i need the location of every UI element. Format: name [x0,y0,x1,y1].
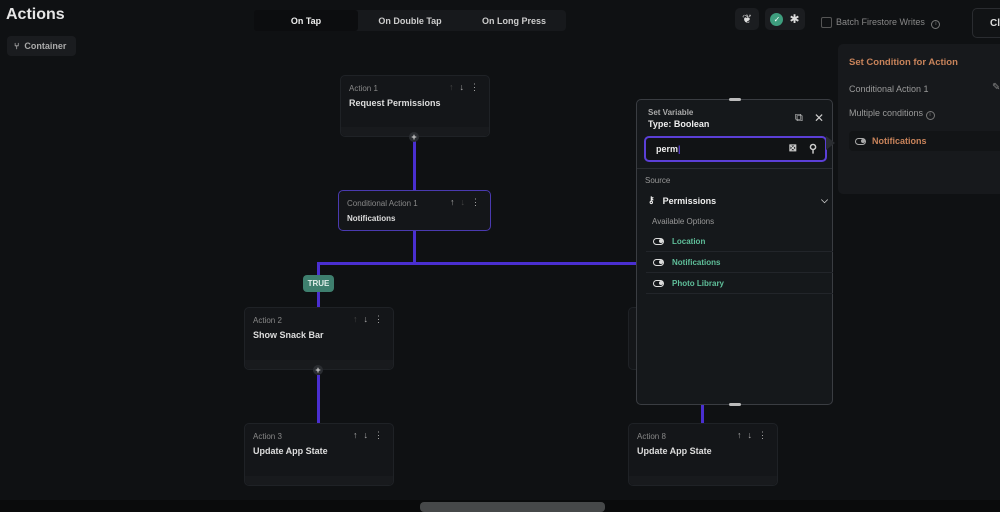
option-photo-library[interactable]: Photo Library [646,273,833,294]
resize-handle[interactable] [729,403,741,406]
condition-panel: Set Condition for Action Conditional Act… [838,44,1000,194]
arrow-down-icon[interactable]: ↓ [460,82,465,93]
bug-icon: ✱ [789,12,800,26]
arrow-up-icon[interactable]: ↑ [450,197,455,208]
node-label: Action 2 [253,316,282,325]
search-input[interactable]: perm| ⊠ ⚲ [644,136,827,162]
more-icon[interactable]: ⋮ [758,430,767,441]
container-chip[interactable]: ⑂ Container [7,36,76,56]
arrow-up-icon[interactable]: ↑ [353,430,358,441]
search-icon[interactable]: ⚲ [809,142,817,155]
more-icon[interactable]: ⋮ [470,82,479,93]
toggle-icon [855,137,866,145]
action-node-3[interactable]: Action 3 Update App State ↑ ↓ ⋮ [244,423,394,486]
batch-writes-label: Batch Firestore Writes i [836,17,941,29]
set-variable-popup: Set Variable Type: Boolean ⧉ ✕ perm| ⊠ ⚲… [636,98,833,406]
clear-icon[interactable]: ⊠ [789,143,797,154]
node-name: Update App State [637,446,712,456]
arrow-down-icon[interactable]: ↓ [748,430,753,441]
node-label: Conditional Action 1 [347,199,418,208]
more-icon[interactable]: ⋮ [374,430,383,441]
toggle-icon [653,258,664,266]
option-notifications[interactable]: Notifications [646,252,833,273]
more-icon[interactable]: ⋮ [471,197,480,208]
tab-on-double-tap[interactable]: On Double Tap [358,10,462,31]
function-icon[interactable]: ⧉ [795,112,803,125]
connector [317,262,637,265]
ai-button[interactable]: ❦ [735,8,759,30]
container-label: Container [24,41,67,51]
edit-icon[interactable]: ✎ [992,82,1000,93]
arrow-up-icon[interactable]: ↑ [449,82,454,93]
trigger-tabs: On Tap On Double Tap On Long Press [254,10,566,31]
toggle-icon [653,279,664,287]
batch-writes-checkbox[interactable] [821,17,832,28]
tab-on-tap[interactable]: On Tap [254,10,358,31]
conditional-action-node[interactable]: Conditional Action 1 Notifications ↑ ↓ ⋮ [338,190,491,231]
toggle-icon [653,237,664,245]
check-circle-icon: ✓ [770,12,784,26]
close-icon[interactable]: ✕ [814,111,824,125]
available-options-label: Available Options [652,217,715,226]
true-branch-badge: TRUE [303,275,334,292]
node-name: Request Permissions [349,98,441,108]
widget-tree-icon: ⑂ [14,41,20,51]
chevron-down-icon[interactable]: ⌵ [821,195,828,206]
add-action-button[interactable]: + [409,132,419,142]
condition-panel-title: Set Condition for Action [849,57,958,68]
option-location[interactable]: Location [646,231,833,252]
resize-handle[interactable] [729,98,741,101]
action-node-8[interactable]: Action 8 Update App State ↑ ↓ ⋮ [628,423,778,486]
node-label: Action 1 [349,84,378,93]
node-name: Show Snack Bar [253,330,324,340]
multiple-conditions: Multiple conditions i [849,108,935,120]
page-title: Actions [6,6,65,23]
arrow-down-icon[interactable]: ↓ [364,314,369,325]
horizontal-scrollbar[interactable] [420,502,605,512]
connector [413,231,416,264]
key-icon: ⚷ [648,195,655,205]
node-label: Action 8 [637,432,666,441]
source-label: Source [645,176,671,185]
connector [413,137,416,190]
action-node-1[interactable]: Action 1 Request Permissions ↑ ↓ ⋮ [340,75,490,137]
popup-type: Type: Boolean [648,119,710,129]
arrow-down-icon[interactable]: ↓ [364,430,369,441]
arrow-down-icon[interactable]: ↓ [461,197,466,208]
close-button[interactable]: Close [972,8,1000,38]
more-icon[interactable]: ⋮ [374,314,383,325]
action-node-2[interactable]: Action 2 Show Snack Bar ↑ ↓ ⋮ [244,307,394,370]
node-name: Update App State [253,446,328,456]
info-icon[interactable]: i [931,19,941,29]
conditional-action-name: Conditional Action 1 [849,84,929,94]
arrow-up-icon[interactable]: ↑ [737,430,742,441]
node-label: Action 3 [253,432,282,441]
popup-subtitle: Set Variable [648,108,694,117]
add-action-button[interactable]: + [313,365,323,375]
condition-value-row[interactable]: Notifications [849,131,1000,151]
connector [701,405,704,423]
arrow-up-icon[interactable]: ↑ [353,314,358,325]
brain-icon: ❦ [741,12,753,26]
connector [317,375,320,423]
node-name: Notifications [347,214,396,223]
info-icon[interactable]: i [925,110,935,120]
popup-pointer [826,136,835,150]
divider [637,168,832,169]
tab-on-long-press[interactable]: On Long Press [462,10,566,31]
debug-button[interactable]: ✓ ✱ [765,8,805,30]
source-permissions-row[interactable]: ⚷ Permissions ⌵ [648,195,828,206]
